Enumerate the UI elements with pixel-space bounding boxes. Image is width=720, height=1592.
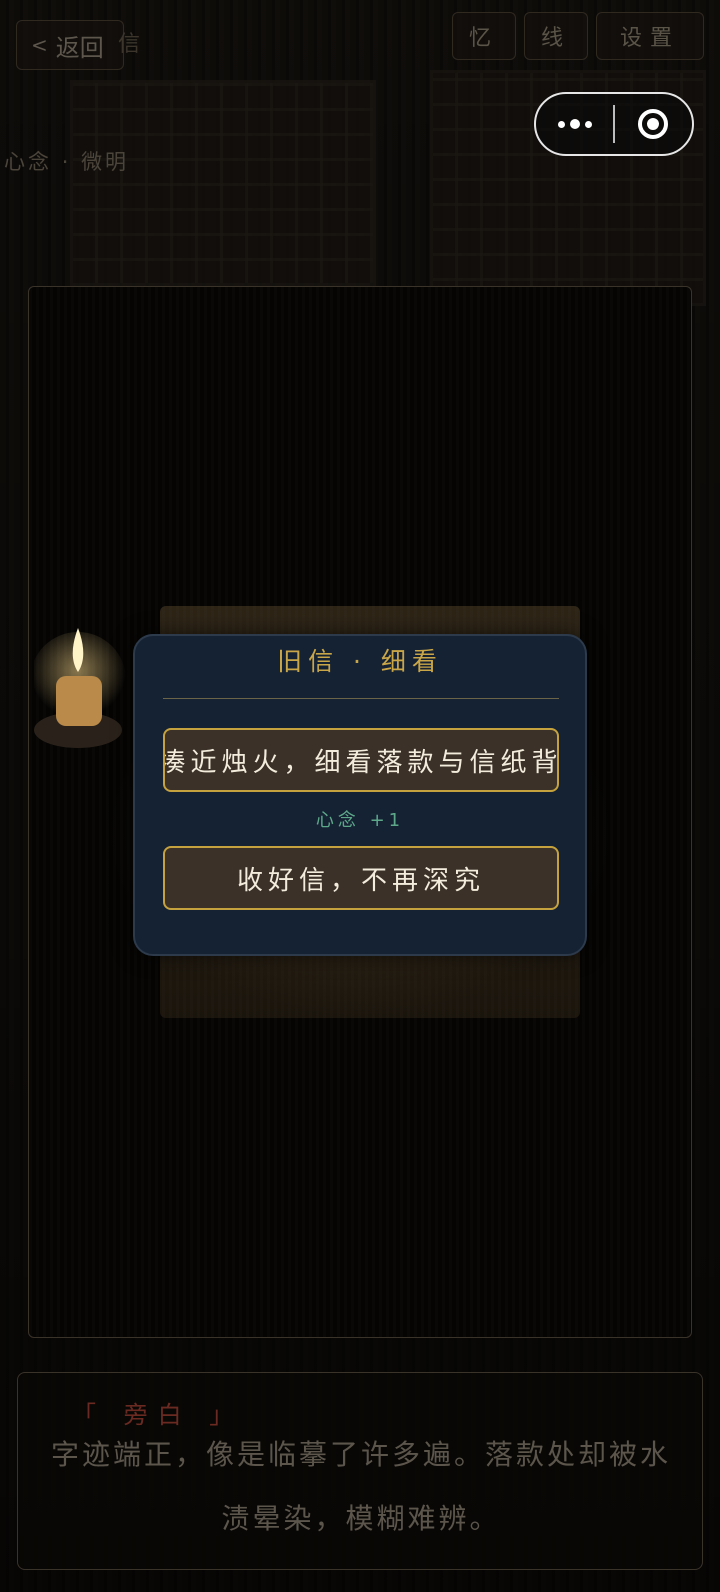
mind-status: 心念 · 微明	[4, 146, 129, 176]
tab-memory[interactable]: 忆	[452, 12, 516, 60]
dialog-divider	[163, 698, 559, 699]
choice-button-putaway[interactable]: 收好信，不再深究	[163, 846, 559, 910]
mind-label: 心念	[4, 150, 52, 174]
mind-value: 微明	[81, 150, 130, 174]
choice-button-examine[interactable]: 凑近烛火，细看落款与信纸背	[163, 728, 559, 792]
faded-chapter-title: 信	[118, 32, 141, 57]
dialog-title: 旧信 · 细看	[277, 647, 443, 676]
back-button[interactable]: < 返回	[16, 20, 124, 70]
chevron-left-icon: <	[31, 33, 48, 57]
mind-separator: ·	[61, 150, 72, 174]
tab-settings[interactable]: 设置	[596, 12, 704, 60]
choice-effect-label: 心念 +1	[315, 810, 405, 831]
back-label: 返回	[55, 33, 104, 62]
more-menu-icon[interactable]	[536, 119, 613, 129]
narration-box[interactable]: 「 旁白 」 字迹端正，像是临摹了许多遍。落款处却被水渍晕染，模糊难辨。	[17, 1372, 703, 1570]
close-miniprogram-icon[interactable]	[615, 109, 692, 139]
choice-dialog: 旧信 · 细看 凑近烛火，细看落款与信纸背 心念 +1 收好信，不再深究	[133, 634, 587, 956]
tab-clues[interactable]: 线	[524, 12, 588, 60]
candle-icon	[34, 628, 126, 748]
miniprogram-capsule	[534, 92, 694, 156]
narration-text: 字迹端正，像是临摹了许多遍。落款处却被水渍晕染，模糊难辨。	[50, 1438, 671, 1535]
